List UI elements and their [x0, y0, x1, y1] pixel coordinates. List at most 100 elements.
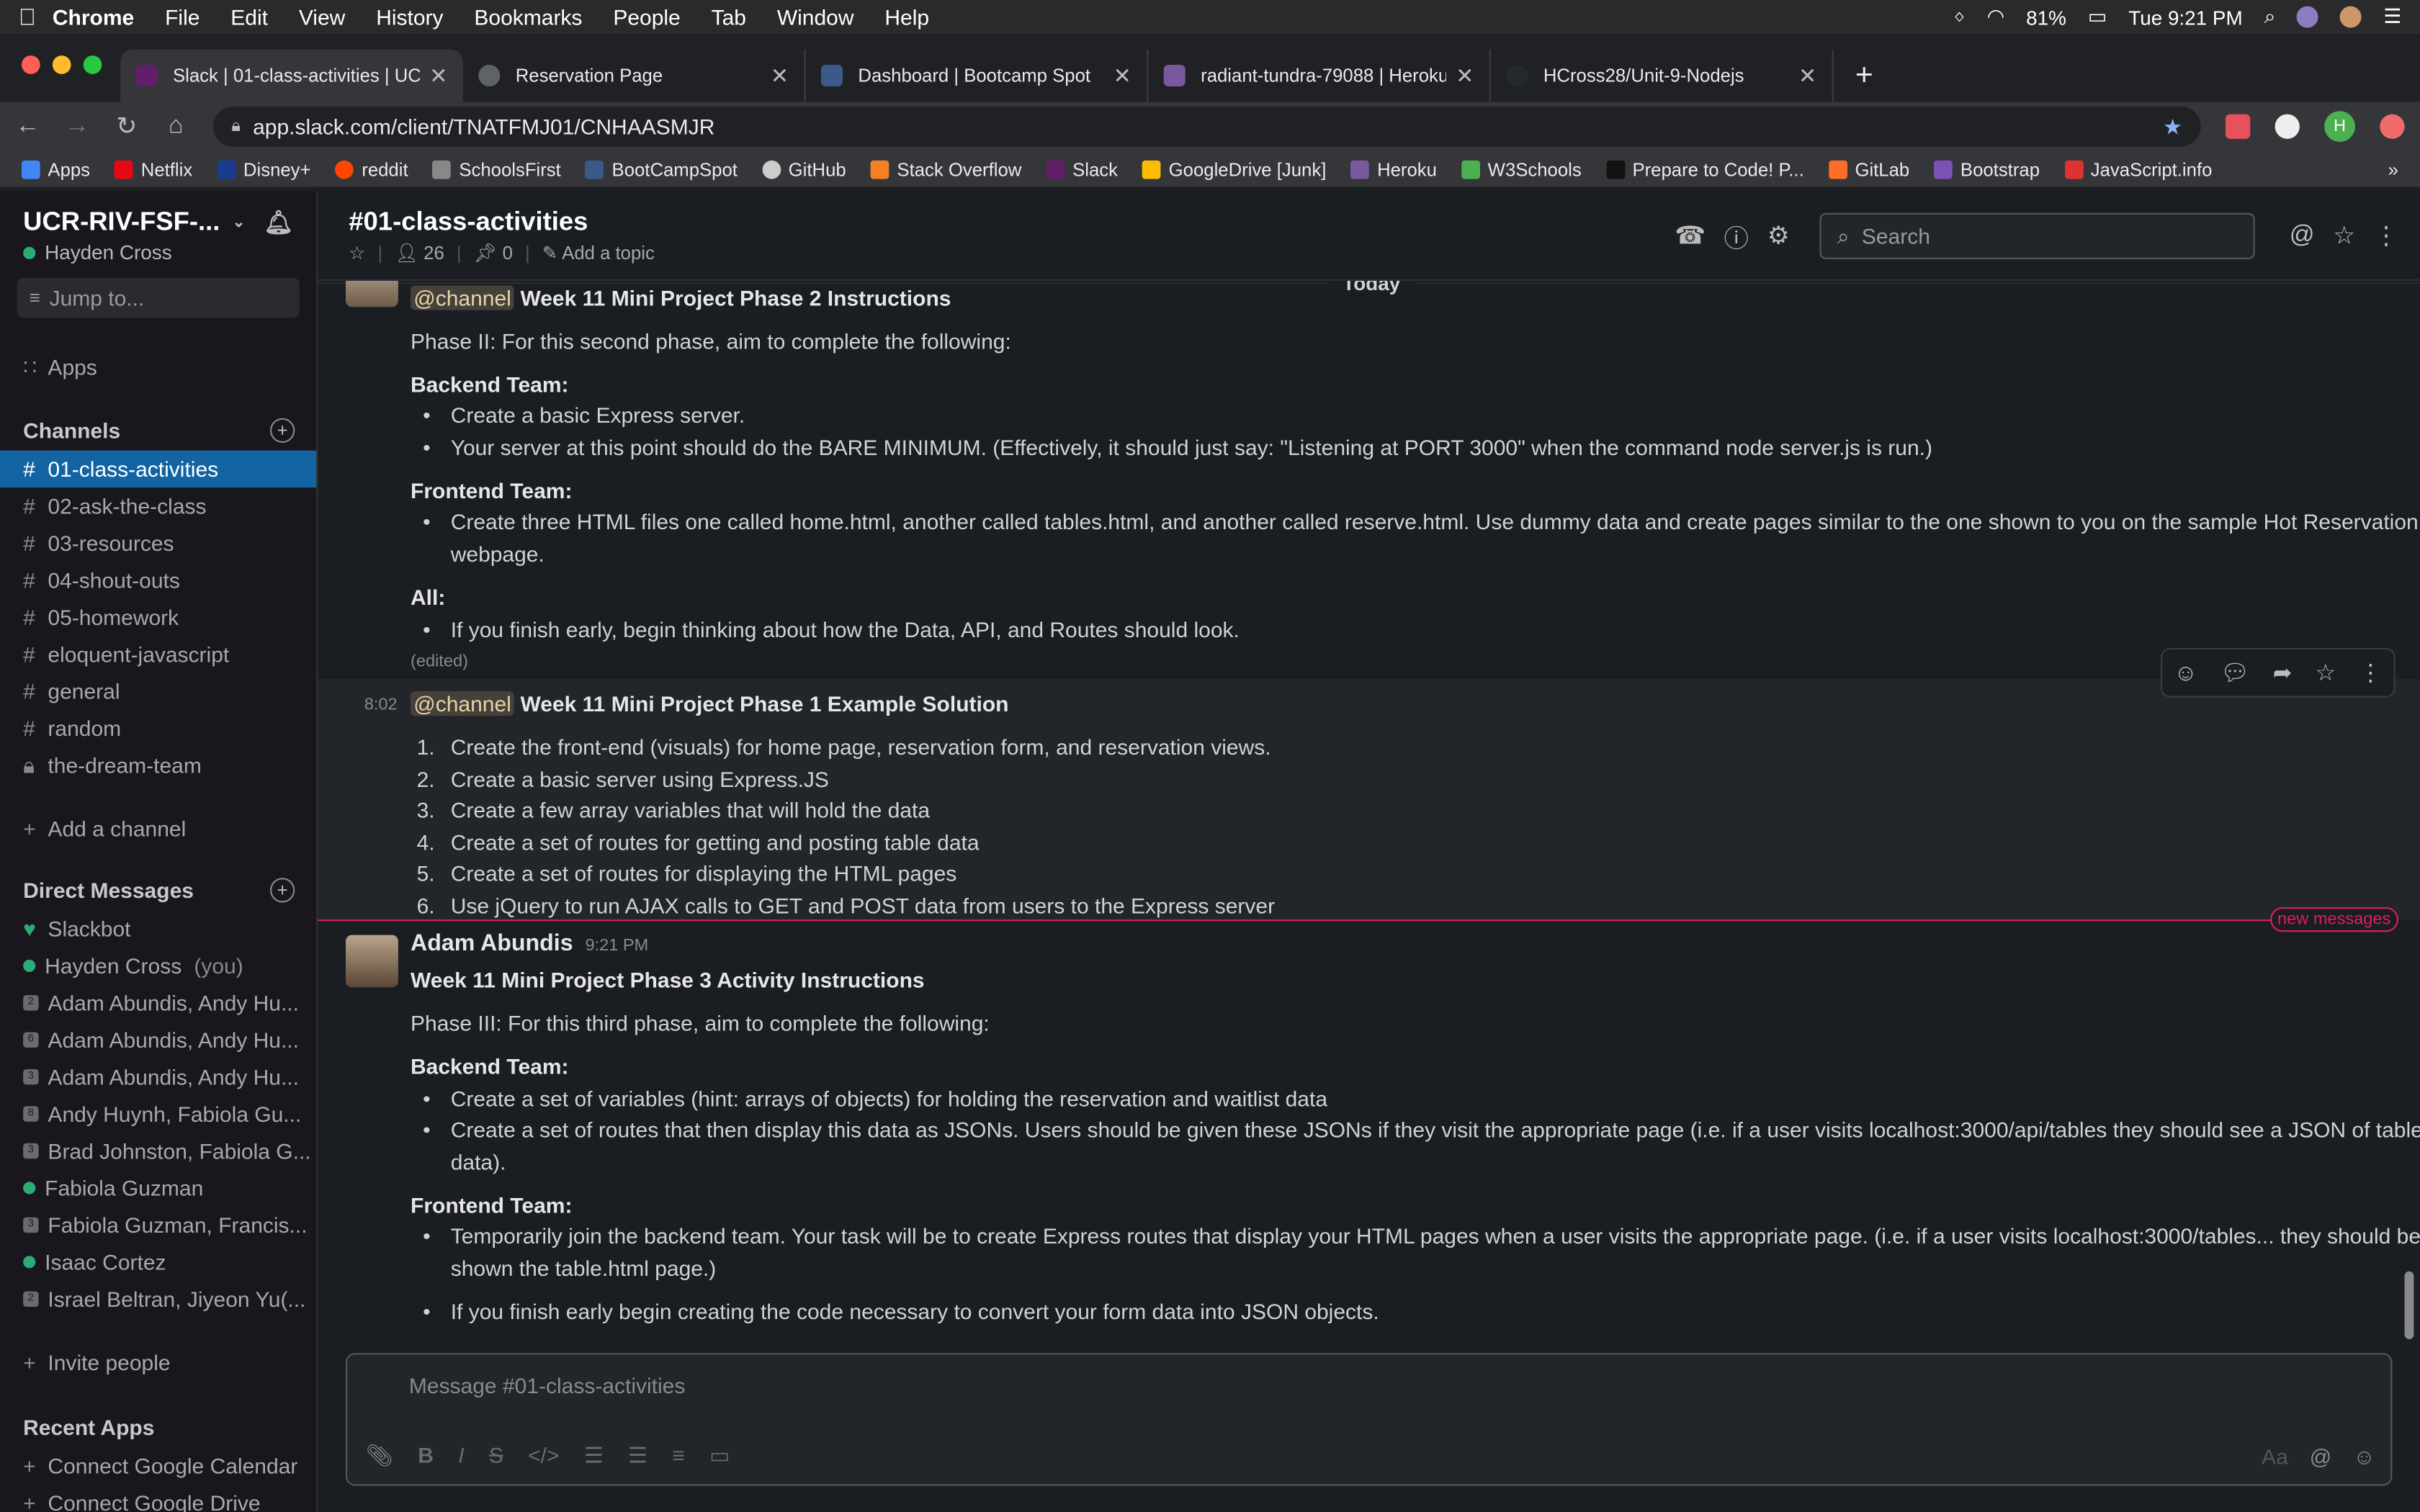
- bookmark-item[interactable]: BootCampSpot: [586, 158, 738, 180]
- menu-window[interactable]: Window: [777, 4, 854, 29]
- add-channel-plus-icon[interactable]: +: [270, 418, 295, 443]
- bell-icon[interactable]: 🔔︎: [264, 208, 293, 235]
- notification-center-icon[interactable]: ☰: [2383, 4, 2401, 29]
- browser-tab[interactable]: Dashboard | Bootcamp Spot ✕: [806, 49, 1149, 102]
- back-arrow-icon[interactable]: ←: [15, 112, 40, 140]
- sidebar-channel-the-dream-team[interactable]: 🔒︎ the-dream-team: [0, 747, 316, 783]
- zoom-window-button[interactable]: [83, 55, 102, 74]
- sidebar-channel-03-resources[interactable]: #03-resources: [0, 525, 316, 562]
- save-star-icon[interactable]: ☆: [2316, 659, 2336, 686]
- menu-help[interactable]: Help: [884, 4, 929, 29]
- search-input[interactable]: ⌕ Search: [1820, 212, 2256, 259]
- wifi-icon[interactable]: ◠: [1987, 4, 2004, 29]
- bookmark-item[interactable]: GitHub: [762, 158, 846, 180]
- bulleted-list-icon[interactable]: ☰: [628, 1443, 647, 1469]
- bookmark-item[interactable]: W3Schools: [1461, 158, 1582, 180]
- user-avatar-icon[interactable]: [2340, 6, 2362, 28]
- url-text[interactable]: app.slack.com/client/TNATFMJ01/CNHAASMJR: [253, 114, 714, 139]
- bluetooth-icon[interactable]: ᛜ: [1953, 6, 1966, 29]
- ordered-list-icon[interactable]: ☰: [584, 1443, 604, 1469]
- more-bookmarks-chevron-icon[interactable]: »: [2388, 158, 2398, 180]
- sidebar-dm-group[interactable]: 8 Andy Huynh, Fabiola Gu...: [0, 1095, 316, 1132]
- close-tab-icon[interactable]: ✕: [429, 63, 447, 89]
- sidebar-dm-self[interactable]: Hayden Cross (you): [0, 948, 316, 984]
- sidebar-apps[interactable]: ∷ Apps: [0, 348, 316, 385]
- close-tab-icon[interactable]: ✕: [1113, 63, 1131, 89]
- close-tab-icon[interactable]: ✕: [1798, 63, 1816, 89]
- bookmark-item[interactable]: JavaScript.info: [2064, 158, 2212, 180]
- sidebar-channel-general[interactable]: # general: [0, 672, 316, 709]
- lock-icon[interactable]: 🔒︎: [231, 117, 241, 137]
- sidebar-dm-group[interactable]: 2 Adam Abundis, Andy Hu...: [0, 984, 316, 1021]
- sidebar-dm-slackbot[interactable]: ♥ Slackbot: [0, 910, 316, 947]
- workspace-name[interactable]: UCR-RIV-FSF-...: [23, 207, 220, 238]
- bookmark-item[interactable]: SchoolsFirst: [432, 158, 561, 180]
- message-author[interactable]: Adam Abundis: [411, 930, 573, 956]
- browser-tab[interactable]: Slack | 01-class-activities | UCR- ✕: [120, 49, 463, 102]
- share-message-icon[interactable]: ➦: [2273, 659, 2293, 686]
- battery-icon[interactable]: ▭: [2088, 4, 2107, 29]
- recent-apps-section-header[interactable]: Recent Apps: [0, 1407, 316, 1447]
- clock[interactable]: Tue 9:21 PM: [2128, 6, 2242, 29]
- extension-red-icon[interactable]: [2380, 114, 2405, 139]
- forward-arrow-icon[interactable]: →: [65, 112, 89, 140]
- add-topic-link[interactable]: ✎ Add a topic: [542, 242, 655, 264]
- mention-at-icon[interactable]: @: [2310, 1444, 2331, 1469]
- reply-thread-icon[interactable]: 💬︎: [2220, 659, 2250, 686]
- member-count[interactable]: 👤︎ 26: [395, 242, 444, 264]
- minimize-window-button[interactable]: [52, 55, 71, 74]
- bookmark-item[interactable]: reddit: [335, 158, 408, 180]
- sidebar-channel-04-shout-outs[interactable]: #04-shout-outs: [0, 562, 316, 598]
- extension-screencast-icon[interactable]: [2226, 114, 2251, 139]
- menu-file[interactable]: File: [165, 4, 200, 29]
- attach-paperclip-icon[interactable]: 📎︎: [366, 1443, 393, 1469]
- channel-mention[interactable]: @channel: [411, 691, 515, 716]
- emoji-icon[interactable]: ☺: [2353, 1444, 2375, 1469]
- chevron-down-icon[interactable]: ⌄: [233, 214, 246, 231]
- spotlight-search-icon[interactable]: ⌕: [2264, 4, 2276, 29]
- strikethrough-icon[interactable]: S: [489, 1443, 503, 1469]
- add-reaction-icon[interactable]: ☺: [2174, 660, 2197, 685]
- sidebar-dm-group[interactable]: 3 Fabiola Guzman, Francis...: [0, 1207, 316, 1243]
- message-composer[interactable]: Message #01-class-activities 📎︎ B I S </…: [346, 1353, 2393, 1486]
- menu-people[interactable]: People: [613, 4, 680, 29]
- message-input[interactable]: Message #01-class-activities: [409, 1373, 686, 1398]
- profile-avatar-icon[interactable]: H: [2324, 111, 2355, 143]
- mentions-at-icon[interactable]: @: [2290, 222, 2315, 251]
- message-timestamp[interactable]: 8:02: [364, 696, 398, 714]
- formatting-toggle[interactable]: Aa: [2262, 1444, 2288, 1469]
- sidebar-connect-google-drive[interactable]: + Connect Google Drive: [0, 1484, 316, 1512]
- address-bar[interactable]: 🔒︎ app.slack.com/client/TNATFMJ01/CNHAAS…: [212, 106, 2201, 147]
- sidebar-channel-02-ask-the-class[interactable]: #02-ask-the-class: [0, 487, 316, 524]
- avatar[interactable]: [346, 935, 398, 988]
- gear-icon[interactable]: ⚙︎: [1767, 220, 1790, 251]
- sidebar-channel-05-homework[interactable]: #05-homework: [0, 598, 316, 635]
- add-dm-plus-icon[interactable]: +: [270, 878, 295, 903]
- bookmark-item[interactable]: GitLab: [1829, 158, 1909, 180]
- pinned-count[interactable]: 📌︎ 0: [474, 242, 513, 264]
- bookmark-item[interactable]: Heroku: [1350, 158, 1437, 180]
- sidebar-dm-group[interactable]: 2 Israel Beltran, Jiyeon Yu(...: [0, 1281, 316, 1318]
- code-block-icon[interactable]: ▭: [709, 1443, 730, 1469]
- new-tab-plus-icon[interactable]: +: [1834, 50, 1895, 102]
- bookmark-star-icon[interactable]: ★: [2163, 114, 2182, 140]
- sidebar-dm-isaac-cortez[interactable]: Isaac Cortez: [0, 1243, 316, 1280]
- italic-icon[interactable]: I: [458, 1443, 464, 1469]
- sidebar-connect-google-calendar[interactable]: + Connect Google Calendar: [0, 1447, 316, 1484]
- sidebar-dm-group[interactable]: 3 Brad Johnston, Fabiola G...: [0, 1133, 316, 1169]
- sidebar-dm-group[interactable]: 6 Adam Abundis, Andy Hu...: [0, 1022, 316, 1058]
- menu-edit[interactable]: Edit: [230, 4, 268, 29]
- code-icon[interactable]: </>: [528, 1443, 559, 1469]
- channel-mention[interactable]: @channel: [411, 285, 515, 310]
- message-scrollbar[interactable]: [2404, 1271, 2414, 1339]
- bookmark-item[interactable]: GoogleDrive [Junk]: [1142, 158, 1326, 180]
- sidebar-dm-group[interactable]: 3 Adam Abundis, Andy Hu...: [0, 1058, 316, 1095]
- info-icon[interactable]: ⓘ: [1724, 217, 1749, 254]
- sidebar-channel-01-class-activities[interactable]: #01-class-activities: [0, 450, 317, 488]
- workspace-header[interactable]: UCR-RIV-FSF-... ⌄ 🔔︎ Hayden Cross: [0, 192, 316, 264]
- jump-to-button[interactable]: ≡ Jump to...: [17, 277, 300, 318]
- bookmark-item[interactable]: Stack Overflow: [871, 158, 1021, 180]
- close-window-button[interactable]: [22, 55, 40, 74]
- bookmark-item[interactable]: Disney+: [217, 158, 311, 180]
- direct-messages-section-header[interactable]: Direct Messages +: [0, 870, 316, 911]
